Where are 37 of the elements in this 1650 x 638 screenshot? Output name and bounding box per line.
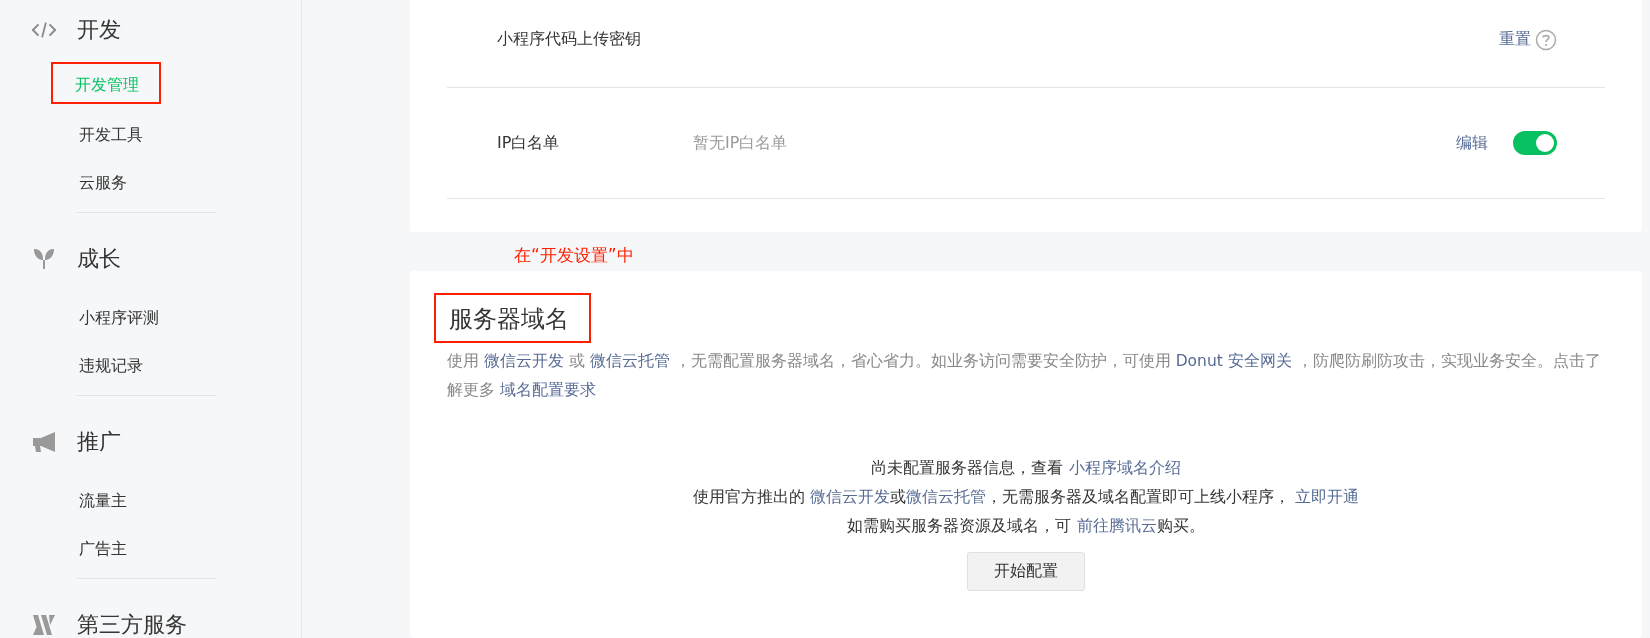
- setting-label: IP白名单: [497, 132, 561, 154]
- sidebar-group-title: 成长: [77, 245, 121, 273]
- description-text: 使用 微信云开发 或 微信云托管 ，无需配置服务器域名，省心省力。如业务访问需要安全防护，可使用 Donut 安全网关 ，防爬防刷防攻击，实现业务安全。点击了解更多 域名配置要求: [447, 351, 1602, 401]
- text-link[interactable]: 微信云托管: [589, 352, 670, 370]
- sidebar-group-title: 第三方服务: [77, 611, 187, 638]
- sidebar-group-title: 推广: [77, 428, 121, 456]
- sidebar-item[interactable]: 流量主: [73, 484, 133, 518]
- text-link[interactable]: 立即开通: [1295, 487, 1360, 506]
- code-icon: [32, 20, 56, 40]
- annotation-text: 在“开发设置”中: [513, 244, 635, 267]
- info-text: 如需购买服务器资源及域名，可 前往腾讯云购买。: [847, 515, 1205, 537]
- help-icon[interactable]: [1535, 28, 1557, 51]
- action-link[interactable]: 重置: [1499, 29, 1531, 50]
- info-text: 使用官方推出的 微信云开发或微信云托管，无需服务器及域名配置即可上线小程序， 立即开通: [692, 486, 1360, 508]
- text-link[interactable]: Donut 安全网关: [1175, 352, 1292, 370]
- text-link[interactable]: 微信云开发: [810, 487, 890, 506]
- megaphone-icon: [32, 432, 56, 452]
- toggle-switch[interactable]: [1513, 131, 1557, 155]
- sidebar-item[interactable]: 开发工具: [73, 118, 149, 152]
- sprout-icon: [32, 249, 56, 269]
- text-link[interactable]: 微信云托管: [906, 487, 986, 506]
- sidebar-item[interactable]: 小程序评测: [73, 301, 165, 335]
- info-text: 尚未配置服务器信息，查看 小程序域名介绍: [871, 457, 1181, 479]
- section-title: 服务器域名: [434, 293, 591, 343]
- text-link[interactable]: 域名配置要求: [499, 381, 596, 399]
- start-config-button[interactable]: 开始配置: [967, 552, 1085, 591]
- sidebar-item[interactable]: 违规记录: [73, 349, 149, 383]
- setting-value: 暂无IP白名单: [693, 132, 788, 154]
- text-link[interactable]: 前往腾讯云: [1076, 516, 1157, 535]
- text-link[interactable]: 微信云开发: [483, 352, 564, 370]
- text-link[interactable]: 小程序域名介绍: [1068, 458, 1181, 477]
- sidebar-item[interactable]: 云服务: [73, 166, 133, 200]
- sidebar-item[interactable]: 广告主: [73, 532, 133, 566]
- crossed-lines-icon: [32, 615, 56, 635]
- action-link[interactable]: 编辑: [1456, 132, 1488, 154]
- sidebar-group-title: 开发: [77, 16, 121, 44]
- setting-label: 小程序代码上传密钥: [497, 29, 642, 50]
